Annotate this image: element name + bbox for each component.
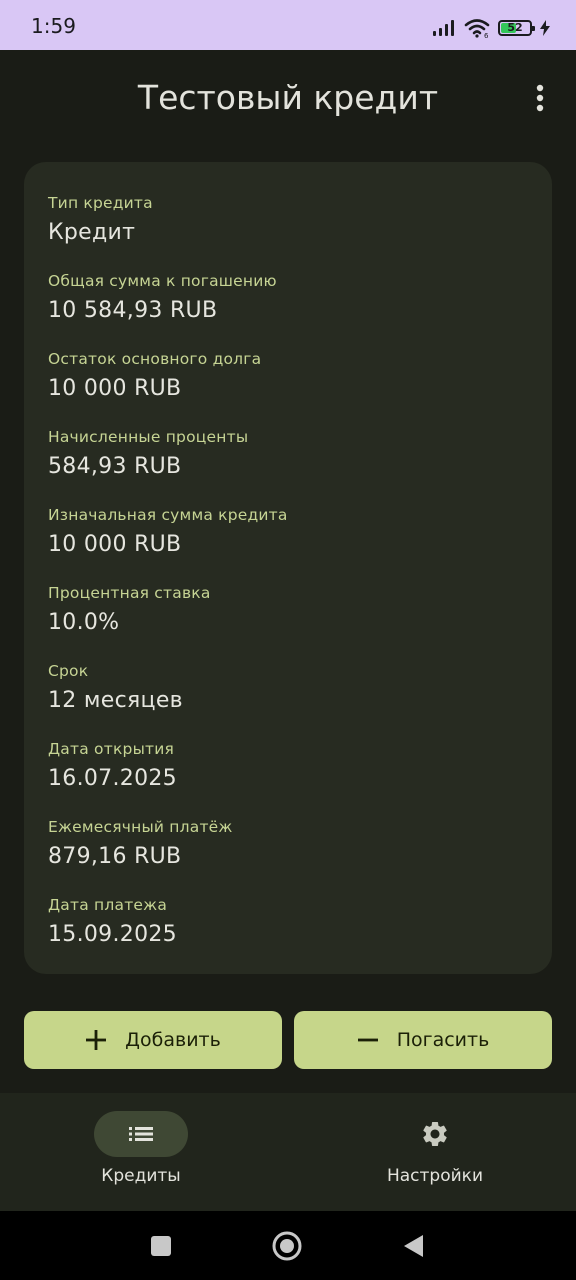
detail-payment-date: Дата платежа 15.09.2025 bbox=[48, 895, 528, 949]
top-app-bar: Тестовый кредит bbox=[0, 50, 576, 146]
more-options-button[interactable] bbox=[526, 78, 554, 118]
detail-total-repayment: Общая сумма к погашению 10 584,93 RUB bbox=[48, 271, 528, 325]
detail-value: 16.07.2025 bbox=[48, 766, 177, 791]
detail-term: Срок 12 месяцев bbox=[48, 661, 528, 715]
detail-value: Кредит bbox=[48, 220, 136, 245]
detail-principal-balance: Остаток основного долга 10 000 RUB bbox=[48, 349, 528, 403]
detail-initial-amount: Изначальная сумма кредита 10 000 RUB bbox=[48, 505, 528, 559]
status-icons: 6 52 bbox=[432, 18, 550, 38]
add-button[interactable]: Добавить bbox=[24, 1011, 282, 1069]
gear-icon bbox=[423, 1122, 447, 1146]
detail-value: 10.0% bbox=[48, 610, 120, 635]
detail-value: 584,93 RUB bbox=[48, 454, 182, 479]
repay-button-label: Погасить bbox=[396, 1029, 490, 1051]
home-icon bbox=[272, 1231, 302, 1261]
nav-item-credits[interactable]: Кредиты bbox=[0, 1093, 288, 1211]
detail-value: 10 000 RUB bbox=[48, 532, 182, 557]
app-screen: 1:59 6 52 Тестовый кредит Тип кредита Кр… bbox=[0, 0, 576, 1280]
detail-monthly-payment: Ежемесячный платёж 879,16 RUB bbox=[48, 817, 528, 871]
nav-label-credits: Кредиты bbox=[101, 1166, 181, 1186]
detail-value: 12 месяцев bbox=[48, 688, 183, 713]
home-button[interactable] bbox=[272, 1231, 302, 1261]
battery-tip bbox=[532, 26, 535, 31]
minus-icon bbox=[357, 1038, 378, 1042]
detail-label: Общая сумма к погашению bbox=[48, 272, 277, 290]
detail-interest-rate: Процентная ставка 10.0% bbox=[48, 583, 528, 637]
detail-value: 879,16 RUB bbox=[48, 844, 182, 869]
detail-label: Дата платежа bbox=[48, 896, 168, 914]
charging-icon bbox=[540, 20, 550, 36]
list-icon bbox=[129, 1127, 153, 1141]
battery-icon: 52 bbox=[498, 20, 535, 36]
nav-item-settings[interactable]: Настройки bbox=[288, 1093, 576, 1211]
recents-button[interactable] bbox=[146, 1231, 176, 1261]
battery-level: 52 bbox=[507, 21, 523, 34]
detail-label: Дата открытия bbox=[48, 740, 175, 758]
detail-open-date: Дата открытия 16.07.2025 bbox=[48, 739, 528, 793]
detail-value: 10 000 RUB bbox=[48, 376, 182, 401]
system-navigation-bar bbox=[0, 1211, 576, 1280]
detail-label: Начисленные проценты bbox=[48, 428, 249, 446]
detail-accrued-interest: Начисленные проценты 584,93 RUB bbox=[48, 427, 528, 481]
recents-icon bbox=[151, 1236, 171, 1256]
detail-label: Ежемесячный платёж bbox=[48, 818, 233, 836]
detail-label: Срок bbox=[48, 662, 89, 680]
more-vert-icon bbox=[536, 84, 544, 112]
back-button[interactable] bbox=[398, 1231, 428, 1261]
wifi-icon: 6 bbox=[464, 19, 490, 38]
bottom-navigation: Кредиты Настройки bbox=[0, 1093, 576, 1211]
detail-label: Остаток основного долга bbox=[48, 350, 262, 368]
nav-label-settings: Настройки bbox=[386, 1166, 483, 1186]
detail-value: 15.09.2025 bbox=[48, 922, 177, 947]
detail-label: Тип кредита bbox=[48, 194, 153, 212]
add-button-label: Добавить bbox=[125, 1029, 221, 1051]
plus-icon bbox=[86, 1030, 107, 1050]
detail-label: Изначальная сумма кредита bbox=[48, 506, 288, 524]
page-title: Тестовый кредит bbox=[137, 78, 439, 117]
status-bar: 1:59 6 52 bbox=[0, 0, 576, 50]
status-time: 1:59 bbox=[31, 14, 76, 38]
detail-value: 10 584,93 RUB bbox=[48, 298, 218, 323]
back-icon bbox=[404, 1235, 423, 1257]
detail-label: Процентная ставка bbox=[48, 584, 211, 602]
svg-text:6: 6 bbox=[484, 32, 489, 38]
repay-button[interactable]: Погасить bbox=[294, 1011, 552, 1069]
signal-icon bbox=[433, 20, 454, 36]
detail-credit-type: Тип кредита Кредит bbox=[48, 193, 528, 247]
credit-details-card: Тип кредита Кредит Общая сумма к погашен… bbox=[24, 162, 552, 974]
